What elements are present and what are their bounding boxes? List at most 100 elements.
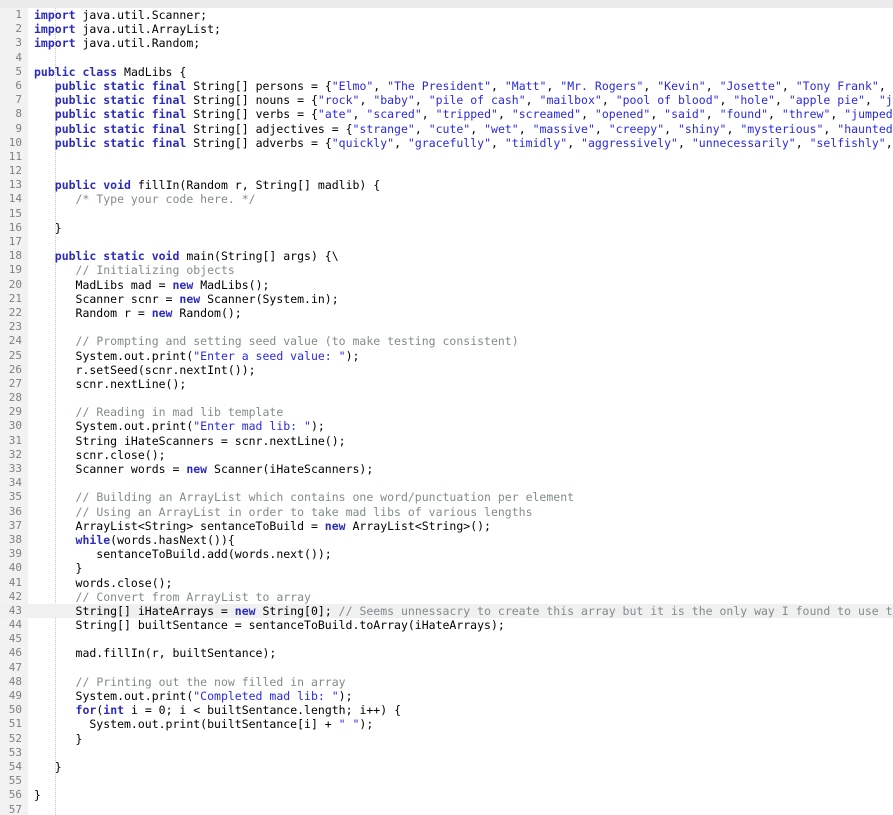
token-str: "Elmo" [331, 78, 374, 93]
code-line[interactable]: 35 // Building an ArrayList which contai… [0, 490, 893, 504]
line-content: for(int i = 0; i < builtSentance.length;… [34, 703, 401, 717]
code-line[interactable]: 32 scnr.close(); [0, 448, 893, 462]
code-line[interactable]: 29 // Reading in mad lib template [0, 405, 893, 419]
code-line[interactable]: 16 } [0, 221, 893, 235]
code-line[interactable]: 52 } [0, 732, 893, 746]
code-line[interactable]: 43 String[] iHateArrays = new String[0];… [0, 603, 893, 619]
line-number: 37 [8, 518, 22, 532]
code-line[interactable]: 10 public static final String[] adverbs … [0, 136, 893, 150]
token-pln: , [352, 107, 367, 122]
code-line[interactable]: 24 // Prompting and setting seed value (… [0, 334, 893, 348]
line-number: 25 [8, 348, 22, 362]
code-line[interactable]: 47 [0, 661, 893, 675]
line-number: 21 [8, 291, 22, 305]
code-line[interactable]: 19 // Initializing objects [0, 263, 893, 277]
token-kw: new [172, 277, 194, 292]
token-kw: public class [34, 64, 118, 79]
code-line[interactable]: 11 [0, 150, 893, 164]
token-pln: , [781, 78, 796, 93]
token-pln: String[] iHateArrays = [34, 603, 235, 618]
code-line[interactable]: 14 /* Type your code here. */ [0, 192, 893, 206]
code-line[interactable]: 7 public static final String[] nouns = {… [0, 93, 893, 107]
code-line[interactable]: 30 System.out.print("Enter mad lib: "); [0, 419, 893, 433]
line-number: 3 [15, 36, 22, 50]
token-pln [34, 178, 55, 192]
code-line[interactable]: 8 public static final String[] verbs = {… [0, 107, 893, 121]
token-pln: , [864, 93, 879, 108]
line-number: 50 [8, 703, 22, 717]
code-line[interactable]: 15 [0, 207, 893, 221]
token-pln: Random(); [172, 305, 242, 320]
code-line[interactable]: 1 import java.util.Scanner; [0, 8, 893, 22]
code-lines[interactable]: 1 import java.util.Scanner; 2 import java.u… [0, 8, 893, 815]
code-line[interactable]: 31 String iHateScanners = scnr.nextLine(… [0, 434, 893, 448]
line-number: 56 [8, 788, 22, 802]
token-pln: String iHateScanners = scnr.nextLine(); [34, 433, 346, 448]
code-editor[interactable]: 1 import java.util.Scanner; 2 import java.u… [0, 0, 893, 815]
token-pln: , [601, 93, 616, 108]
token-pln: , [774, 93, 789, 108]
code-line[interactable]: 51 System.out.print(builtSentance[i] + "… [0, 717, 893, 731]
line-content: } [34, 760, 62, 774]
code-line[interactable]: 4 [0, 51, 893, 65]
code-line[interactable]: 3 import java.util.Random; [0, 36, 893, 50]
code-line[interactable]: 45 [0, 632, 893, 646]
token-pln [34, 590, 76, 604]
line-number: 8 [15, 107, 22, 121]
code-line[interactable]: 28 [0, 391, 893, 405]
code-line[interactable]: 50 for(int i = 0; i < builtSentance.leng… [0, 703, 893, 717]
line-number: 52 [8, 731, 22, 745]
token-str: "mailbox" [539, 93, 602, 108]
code-line[interactable]: 26 r.setSeed(scnr.nextInt()); [0, 363, 893, 377]
token-pln: i = 0; i < builtSentance.length; i++) { [124, 703, 401, 718]
code-line[interactable]: 6 public static final String[] persons =… [0, 79, 893, 93]
code-line[interactable]: 55 [0, 774, 893, 788]
code-line[interactable]: 25 System.out.print("Enter a seed value:… [0, 349, 893, 363]
code-line[interactable]: 20 MadLibs mad = new MadLibs(); [0, 278, 893, 292]
line-number: 7 [15, 93, 22, 107]
code-line[interactable]: 54 } [0, 760, 893, 774]
code-line[interactable]: 56} [0, 788, 893, 802]
code-line[interactable]: 23 [0, 320, 893, 334]
token-str: "threw" [781, 107, 831, 122]
token-pln: java.util.Random; [75, 36, 201, 51]
code-scroll-area[interactable]: 1 import java.util.Scanner; 2 import java.u… [0, 8, 893, 815]
code-line[interactable]: 36 // Using an ArrayList in order to tak… [0, 505, 893, 519]
token-pln: , [705, 107, 720, 122]
code-line[interactable]: 33 Scanner words = new Scanner(iHateScan… [0, 462, 893, 476]
code-line[interactable]: 44 String[] builtSentance = sentanceToBu… [0, 618, 893, 632]
token-kw: import [34, 22, 76, 37]
code-line[interactable]: 42 // Convert from ArrayList to array [0, 590, 893, 604]
line-number: 55 [8, 774, 22, 788]
line-number: 14 [8, 192, 22, 206]
code-line[interactable]: 22 Random r = new Random(); [0, 306, 893, 320]
line-number: 17 [8, 235, 22, 248]
line-number: 22 [8, 305, 22, 319]
code-line[interactable]: 17 [0, 235, 893, 249]
code-line[interactable]: 13 public void fillIn(Random r, String[]… [0, 178, 893, 192]
code-line[interactable]: 53 [0, 746, 893, 760]
code-line[interactable]: 12 [0, 164, 893, 178]
code-line[interactable]: 5 public class MadLibs { [0, 65, 893, 79]
code-line[interactable]: 41 words.close(); [0, 576, 893, 590]
code-line[interactable]: 39 sentanceToBuild.add(words.next()); [0, 547, 893, 561]
code-line[interactable]: 57 [0, 803, 893, 815]
code-line[interactable]: 40 } [0, 561, 893, 575]
code-line[interactable]: 18 public static void main(String[] args… [0, 249, 893, 263]
code-line[interactable]: 37 ArrayList<String> sentanceToBuild = n… [0, 519, 893, 533]
code-line[interactable]: 9 public static final String[] adjective… [0, 122, 893, 136]
code-line[interactable]: 46 mad.fillIn(r, builtSentance); [0, 646, 893, 660]
token-pln: } [34, 561, 83, 576]
line-number: 29 [8, 405, 22, 419]
token-pln: , [830, 107, 845, 122]
line-number: 10 [8, 135, 22, 149]
code-line[interactable]: 38 while(words.hasNext()){ [0, 533, 893, 547]
code-line[interactable]: 49 System.out.print("Completed mad lib: … [0, 689, 893, 703]
code-line[interactable]: 34 [0, 476, 893, 490]
code-line[interactable]: 21 Scanner scnr = new Scanner(System.in)… [0, 292, 893, 306]
line-content: // Using an ArrayList in order to take m… [34, 505, 533, 519]
code-line[interactable]: 2 import java.util.ArrayList; [0, 22, 893, 36]
token-str: "wet" [484, 121, 519, 136]
code-line[interactable]: 48 // Printing out the now filled in arr… [0, 675, 893, 689]
code-line[interactable]: 27 scnr.nextLine(); [0, 377, 893, 391]
